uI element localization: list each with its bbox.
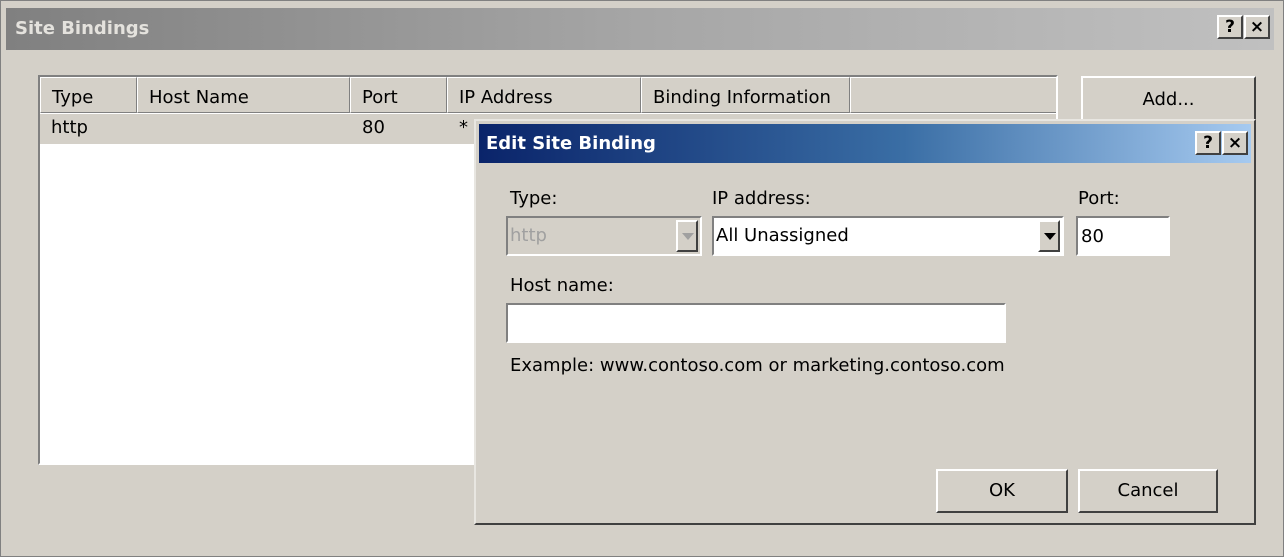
column-header-type[interactable]: Type <box>40 77 137 113</box>
edit-site-binding-dialog: Edit Site Binding ? × Type: http IP addr… <box>474 119 1256 525</box>
column-header-binding-information[interactable]: Binding Information <box>641 77 850 113</box>
bindings-list-header: Type Host Name Port IP Address Binding I… <box>40 77 1056 113</box>
add-button[interactable]: Add... <box>1081 76 1256 124</box>
column-header-filler <box>850 77 1056 113</box>
ip-address-select[interactable]: All Unassigned <box>712 216 1064 256</box>
edit-binding-help-button[interactable]: ? <box>1195 131 1221 155</box>
edit-site-binding-title-bar: Edit Site Binding ? × <box>479 124 1251 163</box>
edit-binding-close-button[interactable]: × <box>1222 131 1248 155</box>
host-name-example: Example: www.contoso.com or marketing.co… <box>510 355 1005 376</box>
ok-button[interactable]: OK <box>936 469 1068 513</box>
column-header-ip-address[interactable]: IP Address <box>447 77 641 113</box>
column-header-host-name[interactable]: Host Name <box>137 77 350 113</box>
site-bindings-help-button[interactable]: ? <box>1217 15 1243 39</box>
port-field[interactable] <box>1076 216 1170 256</box>
ip-address-label: IP address: <box>712 188 811 209</box>
edit-site-binding-title: Edit Site Binding <box>486 133 656 154</box>
ip-address-dropdown-arrow-icon[interactable] <box>1038 220 1060 252</box>
type-dropdown-arrow-icon <box>676 220 698 252</box>
type-select-value: http <box>510 225 547 246</box>
row-port: 80 <box>362 117 385 138</box>
type-label: Type: <box>510 188 558 209</box>
site-bindings-title-bar: Site Bindings ? × <box>6 8 1274 50</box>
type-select: http <box>506 216 702 256</box>
ip-address-select-value: All Unassigned <box>716 225 849 246</box>
port-label: Port: <box>1078 188 1120 209</box>
host-name-field[interactable] <box>506 303 1006 343</box>
cancel-button[interactable]: Cancel <box>1078 469 1218 513</box>
row-ip-address: * <box>459 117 468 138</box>
site-bindings-title: Site Bindings <box>15 18 150 39</box>
row-type: http <box>51 117 88 138</box>
column-header-port[interactable]: Port <box>350 77 447 113</box>
site-bindings-close-button[interactable]: × <box>1244 15 1270 39</box>
host-name-label: Host name: <box>510 275 614 296</box>
